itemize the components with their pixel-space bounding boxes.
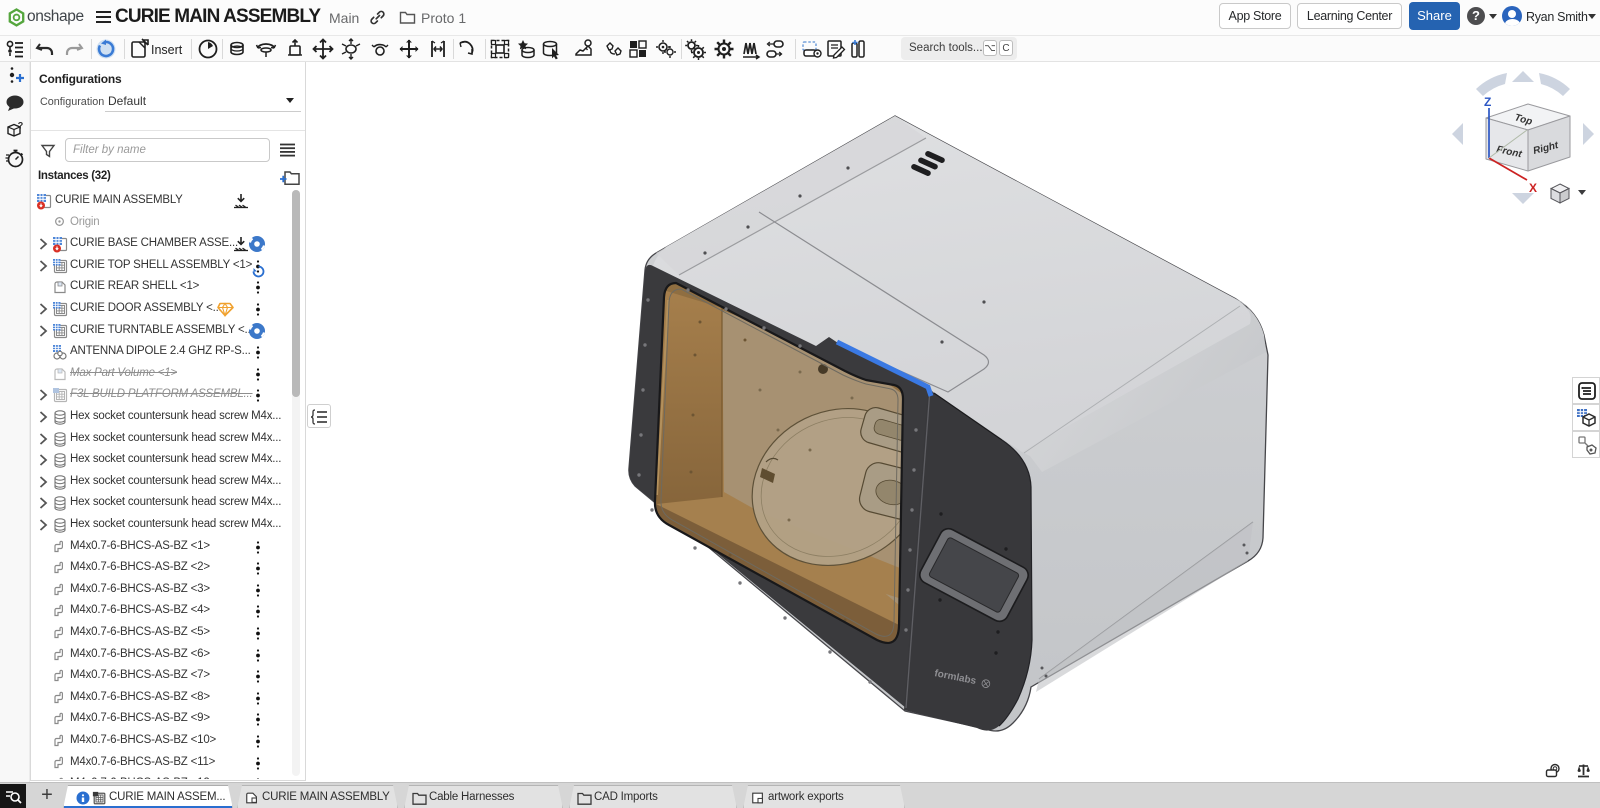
svg-text:X: X bbox=[1529, 181, 1537, 195]
svg-text:Z: Z bbox=[1484, 95, 1491, 109]
svg-text:⨂: ⨂ bbox=[981, 677, 992, 689]
svg-text:?: ? bbox=[18, 121, 24, 131]
